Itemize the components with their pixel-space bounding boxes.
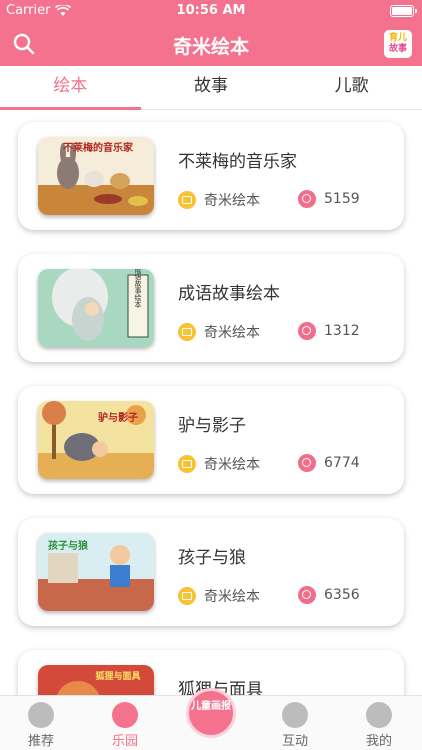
tabbar-label: 乐园 [111,734,138,749]
book-list[interactable]: 不莱梅的音乐家 不莱梅的音乐家 奇米绘本 5159 成语故事绘本 成语故事绘本 [0,111,422,695]
cover-illustration: 不莱梅的音乐家 [38,137,154,215]
tabbar-label: 我的 [365,734,392,749]
book-icon [178,587,196,605]
cover-title: 孩子与狼 [48,539,89,552]
book-cover: 孩子与狼 [38,533,154,611]
tabbar-item-park[interactable]: 乐园 [90,702,160,749]
play-count-icon [298,190,316,208]
play-count: 6356 [298,586,360,604]
play-count-icon [298,322,316,340]
play-count: 5159 [298,190,360,208]
cover-title: 不莱梅的音乐家 [63,141,134,154]
tabbar-item-interact[interactable]: 互动 [260,702,330,749]
center-feature-button[interactable]: 儿童画报 [186,688,236,738]
play-count: 1312 [298,322,360,340]
play-count-icon [298,586,316,604]
book-cover: 驴与影子 [38,401,154,479]
page-title: 奇米绘本 [172,36,249,58]
book-title: 不莱梅的音乐家 [178,152,297,172]
book-title: 成语故事绘本 [178,284,280,304]
ice-cream-icon [112,702,138,728]
book-icon [178,323,196,341]
cover-title: 成语故事绘本 [134,269,142,309]
book-publisher: 奇米绘本 [204,457,260,473]
cover-illustration: 孩子与狼 [38,533,154,611]
play-count: 6774 [298,454,360,472]
book-cover: 不莱梅的音乐家 [38,137,154,215]
gift-icon [28,702,54,728]
category-tabs: 绘本 故事 儿歌 [0,66,422,110]
status-time: 10:56 AM [176,3,246,18]
cover-title: 驴与影子 [98,411,138,424]
cover-illustration: 成语故事绘本 [38,269,154,347]
tab-picture-books[interactable]: 绘本 [0,66,141,110]
book-title: 孩子与狼 [178,548,246,568]
cover-title: 狐狸与面具 [95,670,140,682]
book-publisher: 奇米绘本 [204,193,260,209]
book-icon [178,455,196,473]
book-title: 驴与影子 [178,416,246,436]
tabbar-label: 推荐 [27,734,54,749]
cover-illustration: 驴与影子 [38,401,154,479]
book-publisher: 奇米绘本 [204,325,260,341]
battery-icon [390,5,417,17]
play-count-value: 6356 [324,587,360,603]
book-meta: 奇米绘本 5159 [178,190,360,210]
book-card[interactable]: 孩子与狼 孩子与狼 奇米绘本 6356 [18,518,404,626]
book-cover: 成语故事绘本 [38,269,154,347]
logo-line-2: 故事 [388,44,407,54]
book-meta: 奇米绘本 6774 [178,454,360,474]
book-card[interactable]: 成语故事绘本 成语故事绘本 奇米绘本 1312 [18,254,404,362]
app-logo[interactable]: 育儿 故事 [384,30,412,58]
book-card[interactable]: 驴与影子 驴与影子 奇米绘本 6774 [18,386,404,494]
book-meta: 奇米绘本 1312 [178,322,360,342]
tabbar-item-recommend[interactable]: 推荐 [6,702,76,749]
book-cover: 狐狸与面具 [38,665,154,695]
book-icon [178,191,196,209]
play-count-value: 5159 [324,191,360,207]
tab-songs[interactable]: 儿歌 [281,66,422,109]
book-card[interactable]: 不莱梅的音乐家 不莱梅的音乐家 奇米绘本 5159 [18,122,404,230]
status-bar: Carrier 10:56 AM [0,0,422,22]
bottom-tab-bar: 推荐 乐园 儿童画报 互动 我的 [0,688,422,750]
profile-icon [366,702,392,728]
play-count-value: 1312 [324,323,360,339]
book-meta: 奇米绘本 6356 [178,586,360,606]
logo-line-1: 育儿 [388,33,407,43]
play-count-icon [298,454,316,472]
book-publisher: 奇米绘本 [204,589,260,605]
tabbar-item-profile[interactable]: 我的 [344,702,414,749]
hand-icon [282,702,308,728]
cover-illustration: 狐狸与面具 [38,665,154,695]
tabbar-label: 互动 [281,734,308,749]
nav-bar: 奇米绘本 育儿 故事 [0,22,422,66]
tab-stories[interactable]: 故事 [141,66,282,109]
play-count-value: 6774 [324,455,360,471]
